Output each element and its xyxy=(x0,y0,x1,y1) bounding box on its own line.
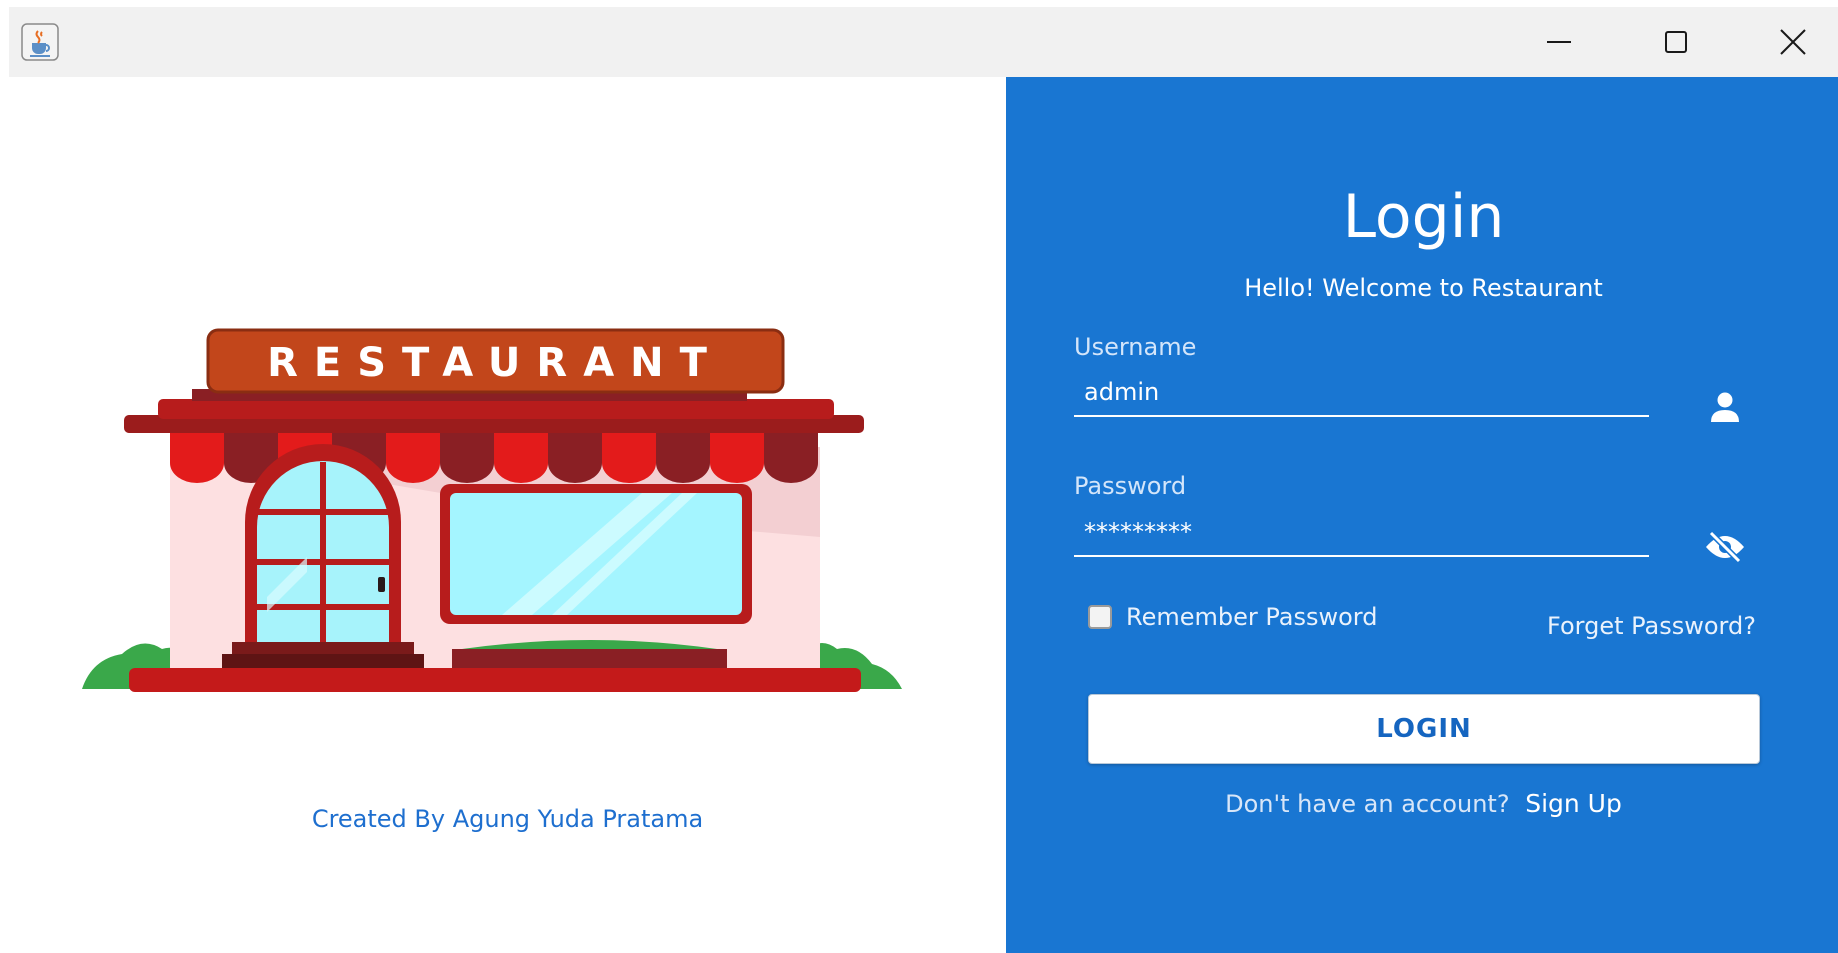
username-input[interactable] xyxy=(1074,369,1649,417)
forget-password-link[interactable]: Forget Password? xyxy=(1547,612,1756,640)
password-label: Password xyxy=(1074,472,1187,500)
close-button[interactable] xyxy=(1743,7,1838,77)
remember-password-checkbox[interactable] xyxy=(1088,605,1112,629)
username-label: Username xyxy=(1074,333,1197,361)
title-bar[interactable] xyxy=(9,7,1838,77)
app-window: RESTAURANT Created By Agung Yuda Pratama… xyxy=(9,7,1838,953)
signup-link[interactable]: Sign Up xyxy=(1525,789,1622,818)
signup-row: Don't have an account? Sign Up xyxy=(1006,789,1838,818)
user-icon xyxy=(1702,384,1748,430)
login-subtitle: Hello! Welcome to Restaurant xyxy=(1244,274,1603,302)
maximize-button[interactable] xyxy=(1626,7,1726,77)
left-panel: RESTAURANT Created By Agung Yuda Pratama xyxy=(9,77,1006,953)
password-input[interactable] xyxy=(1074,509,1649,557)
minimize-icon xyxy=(1547,41,1571,43)
minimize-button[interactable] xyxy=(1509,7,1609,77)
author-credit: Created By Agung Yuda Pratama xyxy=(311,805,704,833)
remember-password-option[interactable]: Remember Password xyxy=(1088,603,1377,631)
java-coffee-icon xyxy=(21,23,59,61)
maximize-icon xyxy=(1665,31,1687,53)
remember-password-label: Remember Password xyxy=(1126,603,1378,631)
login-panel: Login Hello! Welcome to Restaurant Usern… xyxy=(1006,77,1838,953)
restaurant-illustration: RESTAURANT xyxy=(82,328,902,692)
close-icon xyxy=(1780,29,1806,55)
login-title: Login xyxy=(1342,182,1505,252)
signup-prompt: Don't have an account? xyxy=(1225,790,1510,818)
restaurant-sign-text: RESTAURANT xyxy=(267,340,723,386)
eye-off-icon[interactable] xyxy=(1702,524,1748,570)
login-button[interactable]: LOGIN xyxy=(1088,694,1760,764)
